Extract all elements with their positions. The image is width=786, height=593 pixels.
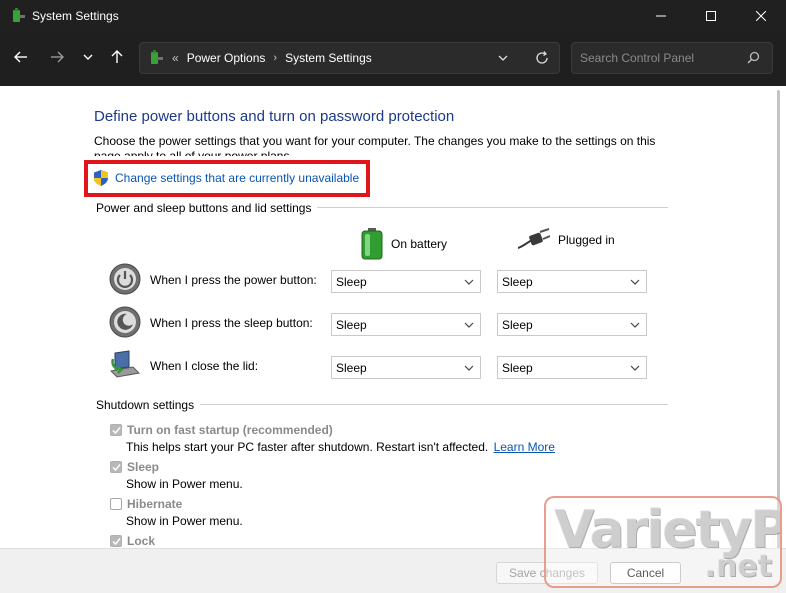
hibernate-option-label: Hibernate	[127, 497, 183, 511]
lock-option-label: Lock	[127, 534, 156, 548]
select-value: Sleep	[502, 274, 533, 289]
chevron-down-icon	[464, 322, 474, 328]
minimize-icon	[656, 15, 666, 17]
forward-button[interactable]	[46, 46, 68, 68]
page-title: Define power buttons and turn on passwor…	[94, 108, 455, 125]
chevron-down-icon	[464, 365, 474, 371]
close-lid-label: When I close the lid:	[150, 359, 259, 373]
search-box[interactable]	[571, 42, 773, 74]
select-value: Sleep	[336, 317, 367, 332]
chevron-down-icon	[630, 365, 640, 371]
breadcrumb-separator[interactable]: ›	[273, 52, 277, 64]
chevron-down-icon[interactable]	[497, 52, 509, 64]
maximize-button[interactable]	[686, 0, 736, 32]
page-description: Choose the power settings that you want …	[94, 134, 656, 156]
hibernate-option[interactable]: Hibernate	[110, 497, 182, 511]
chevron-down-icon	[630, 279, 640, 285]
power-buttons-group-label: Power and sleep buttons and lid settings	[96, 201, 318, 215]
power-options-icon	[151, 50, 163, 64]
learn-more-link[interactable]: Learn More	[494, 440, 555, 454]
checkmark-icon	[111, 537, 121, 545]
address-bar[interactable]: « Power Options › System Settings	[139, 42, 560, 74]
chevron-down-icon	[630, 322, 640, 328]
on-battery-header: On battery	[361, 228, 447, 260]
plugged-in-header: Plugged in	[518, 228, 615, 252]
fast-startup-label: Turn on fast startup (recommended)	[127, 423, 333, 437]
breadcrumb-system-settings[interactable]: System Settings	[285, 51, 372, 65]
navigation-bar: « Power Options › System Settings	[0, 32, 786, 86]
checkmark-icon	[111, 463, 121, 471]
select-value: Sleep	[336, 360, 367, 375]
power-plug-icon	[518, 228, 550, 249]
hibernate-checkbox[interactable]	[110, 498, 122, 510]
sleep-checkbox[interactable]	[110, 461, 122, 473]
arrow-up-icon	[111, 50, 123, 63]
select-value: Sleep	[502, 317, 533, 332]
checkmark-icon	[111, 426, 121, 434]
search-input[interactable]	[580, 51, 740, 65]
fast-startup-description: This helps start your PC faster after sh…	[126, 440, 555, 454]
window-controls	[636, 0, 786, 32]
vertical-scrollbar[interactable]	[777, 90, 780, 550]
close-icon	[756, 11, 766, 21]
sleep-button-label: When I press the sleep button:	[150, 316, 313, 330]
maximize-icon	[706, 11, 716, 21]
window-title: System Settings	[32, 9, 119, 23]
power-options-icon	[13, 8, 25, 22]
title-bar: System Settings	[0, 0, 786, 32]
power-button-plugged-select[interactable]: Sleep	[497, 270, 647, 293]
close-lid-plugged-select[interactable]: Sleep	[497, 356, 647, 379]
recent-locations-button[interactable]	[77, 46, 99, 68]
plugged-in-label: Plugged in	[558, 233, 615, 247]
select-value: Sleep	[336, 274, 367, 289]
minimize-button[interactable]	[636, 0, 686, 32]
power-button-label: When I press the power button:	[150, 273, 317, 287]
chevron-down-icon	[464, 279, 474, 285]
fast-startup-desc-text: This helps start your PC faster after sh…	[126, 440, 489, 454]
sleep-option-label: Sleep	[127, 460, 160, 474]
sleep-option[interactable]: Sleep	[110, 460, 159, 474]
sleep-option-description: Show in Power menu.	[126, 477, 243, 491]
arrow-right-icon	[51, 51, 64, 63]
close-lid-battery-select[interactable]: Sleep	[331, 356, 481, 379]
watermark-logo: VarietyPC .net	[544, 496, 782, 588]
search-icon[interactable]	[747, 51, 760, 64]
lock-checkbox[interactable]	[110, 535, 122, 547]
chevron-down-icon	[83, 54, 93, 60]
watermark-suffix: .net	[704, 549, 772, 584]
lock-option[interactable]: Lock	[110, 534, 155, 548]
fast-startup-option[interactable]: Turn on fast startup (recommended)	[110, 423, 333, 437]
battery-icon	[361, 228, 383, 260]
sleep-button-icon	[109, 306, 141, 338]
power-button-battery-select[interactable]: Sleep	[331, 270, 481, 293]
refresh-icon[interactable]	[535, 51, 549, 65]
hibernate-option-description: Show in Power menu.	[126, 514, 243, 528]
laptop-lid-icon	[109, 350, 141, 378]
breadcrumb-overflow[interactable]: «	[172, 51, 179, 65]
power-button-icon	[109, 263, 141, 295]
on-battery-label: On battery	[391, 237, 448, 251]
sleep-button-battery-select[interactable]: Sleep	[331, 313, 481, 336]
back-button[interactable]	[10, 46, 32, 68]
highlight-box	[84, 160, 370, 197]
up-button[interactable]	[106, 46, 128, 68]
shutdown-group-label: Shutdown settings	[96, 398, 201, 412]
arrow-left-icon	[14, 51, 27, 63]
breadcrumb-power-options[interactable]: Power Options	[187, 51, 266, 65]
sleep-button-plugged-select[interactable]: Sleep	[497, 313, 647, 336]
select-value: Sleep	[502, 360, 533, 375]
fast-startup-checkbox[interactable]	[110, 424, 122, 436]
close-button[interactable]	[736, 0, 786, 32]
